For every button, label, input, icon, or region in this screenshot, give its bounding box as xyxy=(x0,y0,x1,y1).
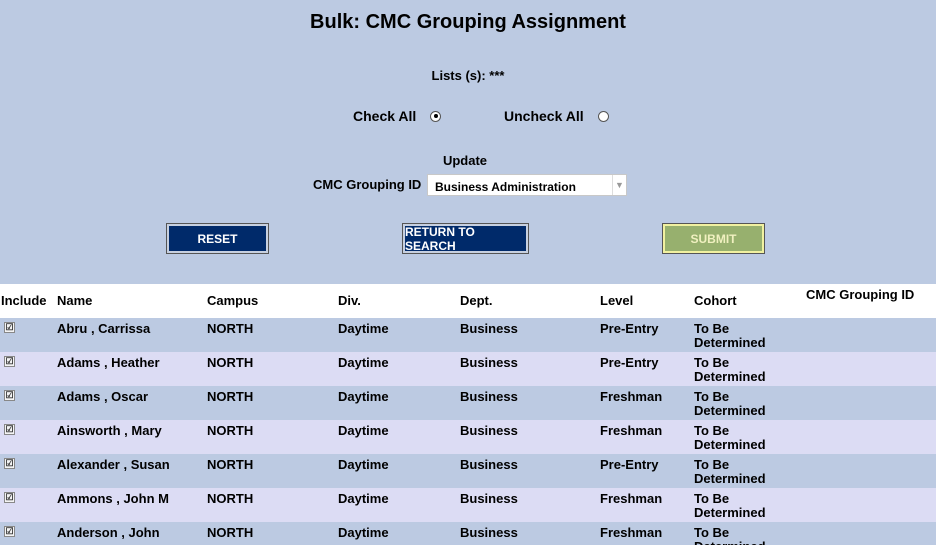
include-checkbox[interactable]: ☑ xyxy=(4,322,15,333)
cell-level: Pre-Entry xyxy=(600,321,659,336)
cohort-line-2: Determined xyxy=(694,437,766,452)
cell-div: Daytime xyxy=(338,423,389,438)
submit-button[interactable]: SUBMIT xyxy=(662,223,765,254)
include-checkbox[interactable]: ☑ xyxy=(4,458,15,469)
header-div: Div. xyxy=(338,293,361,308)
include-checkbox[interactable]: ☑ xyxy=(4,492,15,503)
header-campus: Campus xyxy=(207,293,259,308)
cell-dept: Business xyxy=(460,321,518,336)
header-cohort: Cohort xyxy=(694,293,737,308)
cohort-line-1: To Be xyxy=(694,355,730,370)
table-row: ☑ Ainsworth , Mary NORTH Daytime Business Fre… xyxy=(0,420,936,454)
uncheck-all-label: Uncheck All xyxy=(504,108,584,124)
header-name: Name xyxy=(57,293,93,308)
cell-name: Adams , Oscar xyxy=(57,389,149,404)
table-header: Include Name Campus Div. Dept. Level Coh… xyxy=(0,284,936,318)
cell-name: Ammons , John M xyxy=(57,491,169,506)
check-all-label: Check All xyxy=(353,108,417,124)
cohort-line-2: Determined xyxy=(694,369,766,384)
cohort-line-2: Determined xyxy=(694,403,766,418)
table-row: ☑ Adams , Heather NORTH Daytime Business Pre-… xyxy=(0,352,936,386)
cell-campus: NORTH xyxy=(207,423,254,438)
cell-cohort: To BeDetermined xyxy=(694,458,766,486)
cell-name: Abru , Carrissa xyxy=(57,321,151,336)
page-title: Bulk: CMC Grouping Assignment xyxy=(310,11,626,33)
lists-label: Lists (s): *** xyxy=(431,68,505,83)
cell-level: Freshman xyxy=(600,423,663,438)
cell-name: Adams , Heather xyxy=(57,355,160,370)
cell-level: Freshman xyxy=(600,491,663,506)
cell-cohort: To BeDetermined xyxy=(694,356,766,384)
cell-campus: NORTH xyxy=(207,389,254,404)
cell-campus: NORTH xyxy=(207,525,254,540)
check-all-option[interactable]: Check All xyxy=(353,108,442,124)
table-row: ☑ Abru , Carrissa NORTH Daytime Business Pre-… xyxy=(0,318,936,352)
cell-cohort: To BeDetermined xyxy=(694,390,766,418)
cell-dept: Business xyxy=(460,423,518,438)
table-row: ☑ Anderson , John NORTH Daytime Business Fres… xyxy=(0,522,936,545)
cohort-line-1: To Be xyxy=(694,389,730,404)
cohort-line-1: To Be xyxy=(694,457,730,472)
cell-div: Daytime xyxy=(338,491,389,506)
cell-dept: Business xyxy=(460,389,518,404)
chevron-down-icon[interactable]: ▼ xyxy=(612,175,626,195)
check-all-radio[interactable] xyxy=(430,110,442,122)
cell-dept: Business xyxy=(460,355,518,370)
cohort-line-1: To Be xyxy=(694,423,730,438)
cohort-line-1: To Be xyxy=(694,321,730,336)
cohort-line-1: To Be xyxy=(694,525,730,540)
table-row: ☑ Alexander , Susan NORTH Daytime Business Pr… xyxy=(0,454,936,488)
header-cmc-grouping-id: CMC Grouping ID xyxy=(806,287,915,302)
cell-div: Daytime xyxy=(338,389,389,404)
uncheck-all-radio[interactable] xyxy=(597,110,609,122)
cell-div: Daytime xyxy=(338,457,389,472)
include-checkbox[interactable]: ☑ xyxy=(4,390,15,401)
return-to-search-button[interactable]: RETURN TO SEARCH xyxy=(402,223,529,254)
include-checkbox[interactable]: ☑ xyxy=(4,526,15,537)
cell-div: Daytime xyxy=(338,525,389,540)
cmc-grouping-id-select[interactable]: Business Administration ▼ xyxy=(427,174,627,196)
cell-campus: NORTH xyxy=(207,355,254,370)
include-checkbox[interactable]: ☑ xyxy=(4,356,15,367)
cell-level: Freshman xyxy=(600,525,663,540)
table-body: ☑ Abru , Carrissa NORTH Daytime Business Pre-… xyxy=(0,318,936,545)
table-row: ☑ Adams , Oscar NORTH Daytime Business Freshm… xyxy=(0,386,936,420)
header-include: Include xyxy=(1,293,47,308)
uncheck-all-option[interactable]: Uncheck All xyxy=(504,108,609,124)
cohort-line-1: To Be xyxy=(694,491,730,506)
cohort-line-2: Determined xyxy=(694,539,766,545)
cell-cohort: To BeDetermined xyxy=(694,492,766,520)
cell-dept: Business xyxy=(460,525,518,540)
cohort-line-2: Determined xyxy=(694,505,766,520)
header-dept: Dept. xyxy=(460,293,493,308)
cell-campus: NORTH xyxy=(207,457,254,472)
cell-name: Alexander , Susan xyxy=(57,457,170,472)
cell-level: Pre-Entry xyxy=(600,355,659,370)
cell-div: Daytime xyxy=(338,321,389,336)
include-checkbox[interactable]: ☑ xyxy=(4,424,15,435)
cmc-grouping-id-label: CMC Grouping ID xyxy=(313,177,422,192)
cmc-grouping-id-value: Business Administration xyxy=(435,180,576,194)
cell-level: Pre-Entry xyxy=(600,457,659,472)
cell-campus: NORTH xyxy=(207,321,254,336)
table-row: ☑ Ammons , John M NORTH Daytime Business Fres… xyxy=(0,488,936,522)
cell-cohort: To BeDetermined xyxy=(694,526,766,545)
student-table: Include Name Campus Div. Dept. Level Coh… xyxy=(0,284,936,545)
cell-dept: Business xyxy=(460,491,518,506)
cohort-line-2: Determined xyxy=(694,471,766,486)
cohort-line-2: Determined xyxy=(694,335,766,350)
cell-name: Ainsworth , Mary xyxy=(57,423,162,438)
reset-button[interactable]: RESET xyxy=(166,223,269,254)
cell-campus: NORTH xyxy=(207,491,254,506)
cell-dept: Business xyxy=(460,457,518,472)
cell-name: Anderson , John xyxy=(57,525,160,540)
header-level: Level xyxy=(600,293,634,308)
cell-cohort: To BeDetermined xyxy=(694,322,766,350)
cell-div: Daytime xyxy=(338,355,389,370)
cell-cohort: To BeDetermined xyxy=(694,424,766,452)
update-label: Update xyxy=(442,153,488,168)
cell-level: Freshman xyxy=(600,389,663,404)
